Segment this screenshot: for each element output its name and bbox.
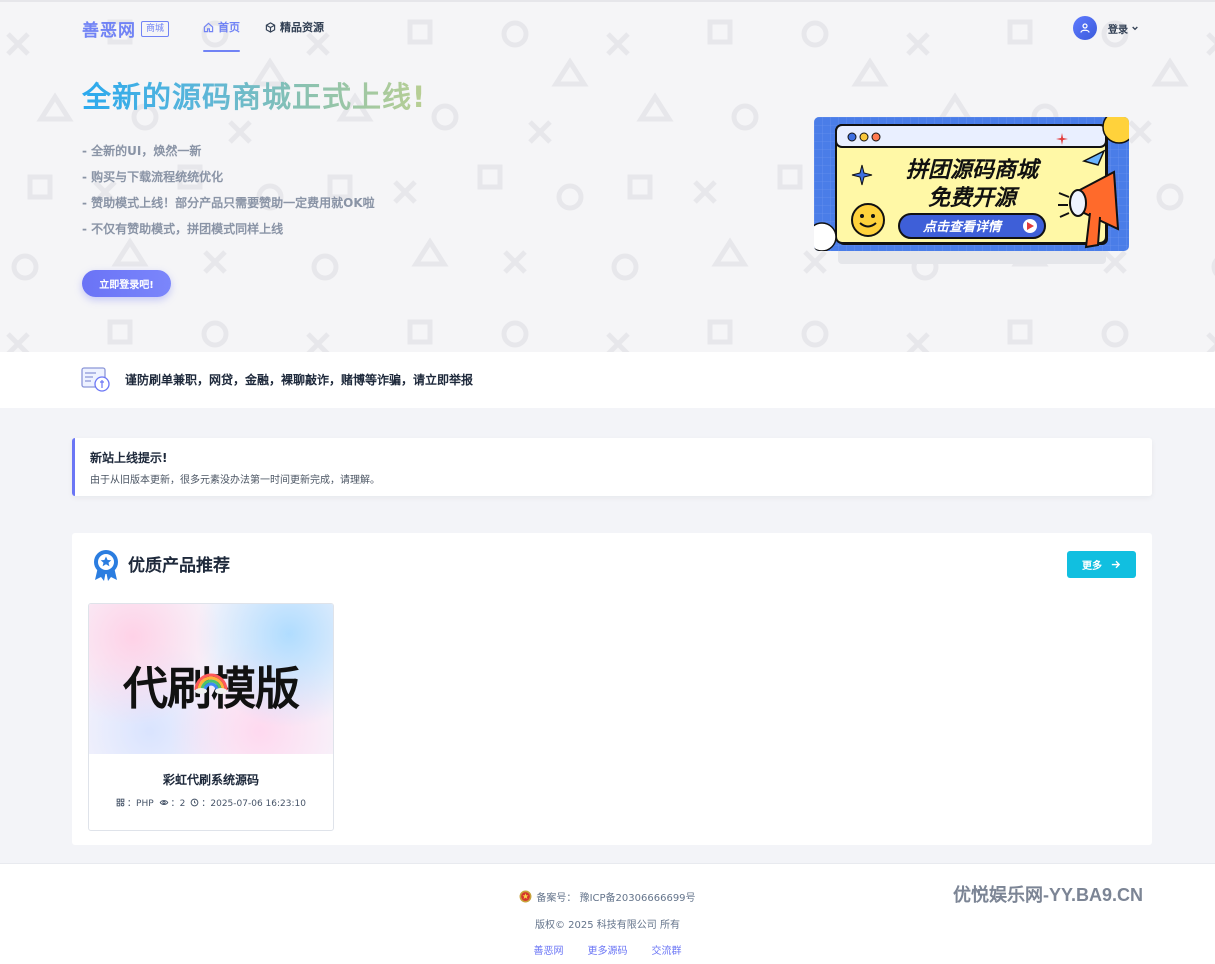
product-views: ：2 — [170, 799, 186, 809]
feature-item: - 全新的UI，焕然一新 — [82, 144, 202, 158]
brand-name: 善恶网 — [82, 21, 136, 41]
hero-section: 善恶网 商城 首页 精品资源 登录 全新的源码商城正式上线! - 全新的UI，焕… — [0, 0, 1215, 352]
chevron-down-icon — [1132, 26, 1138, 31]
product-language: ：PHP — [127, 799, 154, 809]
icp-text: 备案号： 豫ICP备20306666699号 — [536, 893, 696, 904]
anti-fraud-text: 谨防刷单兼职，网贷，金融，裸聊敲诈，赌博等诈骗，请立即举报 — [125, 373, 474, 387]
feature-item: - 购买与下载流程统统优化 — [82, 170, 224, 184]
nav-item-resources-label: 精品资源 — [280, 21, 324, 34]
nav-item-resources[interactable]: 精品资源 — [265, 2, 324, 52]
user-login-menu[interactable]: 登录 — [1073, 16, 1139, 40]
new-site-tip: 新站上线提示! 由于从旧版本更新，很多元素没办法第一时间更新完成，请理解。 — [72, 438, 1152, 496]
footer-links: 善恶网 更多源码 交流群 — [0, 942, 1215, 957]
clock-icon — [191, 798, 199, 807]
product-meta: ：PHP ：2 ：2025-07-06 16:23:10 — [89, 796, 333, 809]
product-card[interactable]: 代刷模版 彩虹代刷系统源码 ：PHP ：2 ：2025-07-06 16:23:… — [88, 603, 334, 831]
eye-icon — [159, 800, 168, 805]
hero-title: 全新的源码商城正式上线! — [82, 74, 426, 116]
feature-item: - 不仅有赞助模式，拼团模式同样上线 — [82, 222, 284, 236]
arrow-right-icon — [1111, 560, 1121, 569]
footer-link-home[interactable]: 善恶网 — [534, 942, 564, 957]
promo-banner[interactable]: 拼团源码商城 免费开源 点击查看详情 — [814, 117, 1129, 251]
footer: 备案号： 豫ICP备20306666699号 版权© 2025 科技有限公司 所… — [0, 863, 1215, 964]
avatar[interactable] — [1073, 16, 1097, 40]
feature-item: - 赞助模式上线！部分产品只需要赞助一定费用就OK啦 — [82, 196, 375, 210]
tip-title: 新站上线提示! — [90, 451, 168, 465]
anti-fraud-notice: 谨防刷单兼职，网贷，金融，裸聊敲诈，赌博等诈骗，请立即举报 — [0, 352, 1215, 408]
more-button-label: 更多 — [1082, 561, 1102, 572]
watermark: 优悦娱乐网-YY.BA9.CN — [953, 885, 1144, 905]
section-title: 优质产品推荐 — [128, 556, 230, 576]
copyright: 版权© 2025 科技有限公司 所有 — [535, 920, 680, 931]
banner-line1: 拼团源码商城 — [906, 157, 1042, 183]
product-time: ：2025-07-06 16:23:10 — [201, 799, 306, 809]
footer-link-group[interactable]: 交流群 — [652, 942, 682, 957]
top-nav: 善恶网 商城 首页 精品资源 登录 — [0, 2, 1215, 52]
brand-tag: 商城 — [141, 20, 170, 37]
tip-body: 由于从旧版本更新，很多元素没办法第一时间更新完成，请理解。 — [90, 475, 380, 486]
brand-logo[interactable]: 善恶网 商城 — [82, 16, 170, 41]
product-title: 彩虹代刷系统源码 — [162, 773, 259, 787]
featured-products: 优质产品推荐 更多 代刷模版 彩虹代刷系统源码 ：PHP ：2 ：2025-07… — [72, 533, 1152, 845]
more-button[interactable]: 更多 — [1067, 551, 1136, 578]
banner-button-label: 点击查看详情 — [922, 219, 1003, 235]
police-notice-icon — [81, 367, 110, 392]
promo-banner-graphic: 拼团源码商城 免费开源 点击查看详情 — [814, 117, 1129, 251]
nav-item-home[interactable]: 首页 — [203, 2, 240, 52]
user-icon — [1080, 23, 1090, 33]
product-thumbnail[interactable]: 代刷模版 — [89, 604, 333, 754]
nav-item-home-label: 首页 — [218, 21, 240, 34]
footer-link-more-source[interactable]: 更多源码 — [588, 942, 628, 957]
banner-line2: 免费开源 — [928, 186, 1020, 211]
home-icon — [203, 22, 214, 32]
rainbow-icon — [194, 673, 228, 694]
login-label: 登录 — [1108, 24, 1128, 36]
login-now-button[interactable]: 立即登录吧! — [82, 270, 171, 297]
badge-icon — [94, 550, 118, 581]
cube-icon — [265, 21, 276, 33]
police-badge-icon — [519, 890, 532, 903]
feature-list: - 全新的UI，焕然一新 - 购买与下载流程统统优化 - 赞助模式上线！部分产品… — [82, 142, 375, 246]
code-icon — [116, 798, 125, 807]
